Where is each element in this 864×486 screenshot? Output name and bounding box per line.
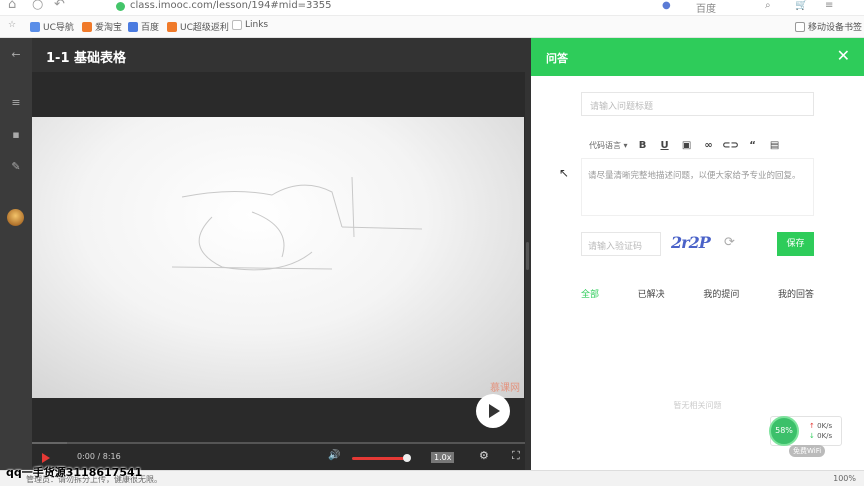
folder-icon — [232, 20, 242, 30]
time-display: 0:00 / 8:16 — [77, 452, 121, 461]
empty-state: 暂无相关问题 — [673, 401, 722, 410]
bookmark-baidu[interactable]: 百度 — [128, 20, 159, 33]
menu-icon[interactable]: ≡ — [825, 0, 833, 11]
phone-icon — [795, 21, 805, 32]
qa-tabs: 全部 已解决 我的提问 我的回答 — [581, 287, 814, 300]
tab-solved[interactable]: 已解决 — [638, 287, 665, 300]
search-engine-label[interactable]: 百度 — [696, 0, 716, 15]
mobile-bookmarks[interactable]: 移动设备书签 — [795, 20, 862, 33]
scrollbar-thumb[interactable] — [526, 242, 529, 270]
bookmark-icon — [128, 21, 138, 32]
lesson-titlebar: 1-1 基础表格 — [32, 38, 531, 72]
code-icon[interactable]: ⊂⊃ — [720, 140, 742, 151]
note-icon[interactable]: ✎ — [9, 160, 23, 173]
question-icon[interactable]: ▪ — [9, 128, 23, 141]
home-icon[interactable]: ⌂ — [8, 0, 16, 12]
underline-icon[interactable]: U — [654, 140, 676, 151]
captcha-input[interactable]: 请输入验证码 — [581, 232, 661, 256]
speed-lines: ↑ 0K/s ↓ 0K/s — [809, 422, 833, 440]
speed-percent: 58% — [769, 416, 799, 446]
editor-toolbar: 代码语言 ▾ B U ▣ ∞ ⊂⊃ “ ▤ — [581, 134, 814, 156]
overlay-qq-text: qq一手货源3118617541 — [6, 466, 143, 479]
bookmarks-bar: ☆ UC导航 爱淘宝 百度 UC超级返利 Links 移动设备书签 — [0, 16, 864, 38]
volume-slider[interactable] — [352, 457, 406, 460]
bookmark-icon — [167, 21, 177, 32]
video-sketch — [171, 176, 423, 271]
video-watermark: 慕课网 — [490, 383, 520, 394]
undo-icon[interactable]: ↶ — [54, 0, 65, 12]
question-editor[interactable]: 请尽量清晰完整地描述问题，以便大家给予专业的回复。 — [581, 158, 814, 216]
volume-icon[interactable]: 🔊 — [328, 450, 340, 461]
fullscreen-icon[interactable]: ⛶ — [512, 449, 520, 463]
link-icon[interactable]: ∞ — [698, 140, 720, 151]
bookmark-aitaobao[interactable]: 爱淘宝 — [82, 20, 122, 33]
bold-icon[interactable]: B — [632, 140, 654, 151]
cart-icon[interactable]: 🛒 — [795, 0, 807, 11]
free-wifi-badge[interactable]: 免费WiFi — [789, 445, 826, 457]
bookmark-icon — [82, 21, 92, 32]
star-icon[interactable]: ☆ — [8, 20, 16, 30]
image-icon[interactable]: ▣ — [676, 140, 698, 151]
back-arrow-icon[interactable]: ← — [9, 48, 23, 61]
document-icon[interactable]: ▤ — [764, 140, 786, 151]
tab-all[interactable]: 全部 — [581, 287, 599, 300]
download-arrow-icon: ↓ — [809, 432, 815, 440]
code-language-select[interactable]: 代码语言 ▾ — [589, 140, 628, 151]
address-bar[interactable]: class.imooc.com/lesson/194#mid=3355 — [116, 0, 332, 11]
close-icon[interactable]: ✕ — [837, 46, 850, 65]
qa-title: 问答 — [546, 52, 568, 65]
chapter-list-icon[interactable]: ≡ — [9, 96, 23, 109]
video-player[interactable]: 慕课网 0:00 / 8:16 🔊 1.0x ⚙ ⛶ — [32, 72, 531, 470]
search-icon[interactable]: ⌕ — [765, 0, 771, 11]
captcha-image[interactable]: 2r2P — [671, 233, 711, 252]
bookmark-links[interactable]: Links — [232, 20, 268, 30]
reload-icon[interactable]: ○ — [32, 0, 43, 12]
refresh-icon[interactable]: ⟳ — [724, 235, 735, 250]
account-icon[interactable]: ● — [662, 0, 671, 11]
settings-icon[interactable]: ⚙ — [479, 449, 489, 462]
lesson-title: 1-1 基础表格 — [46, 51, 127, 66]
bookmark-icon — [30, 21, 40, 32]
qa-header: 问答 ✕ — [531, 38, 864, 76]
mouse-cursor-icon: ↖ — [559, 166, 570, 180]
avatar[interactable] — [7, 209, 24, 226]
bookmark-uc-nav[interactable]: UC导航 — [30, 20, 74, 33]
bookmark-uc-rebate[interactable]: UC超级返利 — [167, 20, 229, 33]
qa-panel: 问答 ✕ 请输入问题标题 代码语言 ▾ B U ▣ ∞ ⊂⊃ “ ▤ 请尽量清晰… — [531, 38, 864, 470]
tab-my-answers[interactable]: 我的回答 — [778, 287, 814, 300]
quote-icon[interactable]: “ — [742, 140, 764, 151]
network-speed-widget[interactable]: 58% ↑ 0K/s ↓ 0K/s — [769, 416, 842, 446]
save-button[interactable]: 保存 — [777, 232, 814, 256]
play-button[interactable] — [42, 453, 50, 463]
upload-arrow-icon: ↑ — [809, 422, 815, 430]
tab-my-questions[interactable]: 我的提问 — [703, 287, 739, 300]
zoom-level[interactable]: 100% — [833, 474, 856, 483]
speed-button[interactable]: 1.0x — [431, 452, 455, 463]
volume-knob[interactable] — [403, 454, 411, 462]
browser-topbar: ⌂ ○ ↶ class.imooc.com/lesson/194#mid=335… — [0, 0, 864, 16]
big-play-button[interactable] — [476, 394, 510, 428]
question-title-input[interactable]: 请输入问题标题 — [581, 92, 814, 116]
video-frame[interactable]: 慕课网 — [32, 117, 524, 398]
lesson-sidebar: ← ≡ ▪ ✎ — [0, 38, 32, 470]
